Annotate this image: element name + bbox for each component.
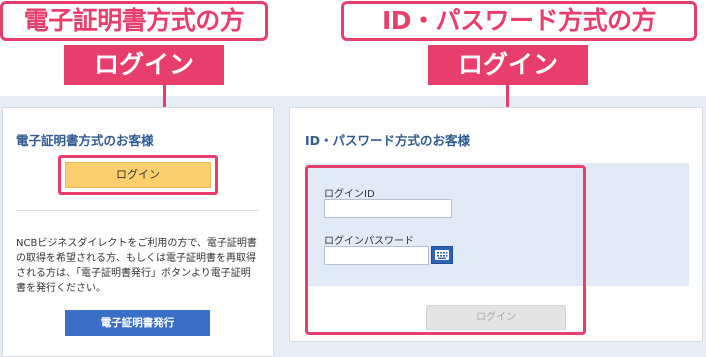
issue-certificate-button[interactable]: 電子証明書発行 xyxy=(65,310,210,336)
cert-panel-title: 電子証明書方式のお客様 xyxy=(16,133,154,148)
password-form-highlight xyxy=(305,165,586,335)
cert-method-callout-title: 電子証明書方式の方 xyxy=(0,1,268,41)
cert-method-callout-tag: ログイン xyxy=(64,45,224,85)
cert-description: NCBビジネスダイレクトをご利用の方で、電子証明書の取得を希望される方、もしくは… xyxy=(16,238,257,294)
cert-panel-divider xyxy=(16,210,258,211)
password-method-callout-tag: ログイン xyxy=(428,45,588,85)
password-method-callout-title: ID・パスワード方式の方 xyxy=(341,1,697,41)
cert-login-highlight: ログイン xyxy=(58,155,218,195)
cert-login-button[interactable]: ログイン xyxy=(65,162,211,188)
password-panel-title: ID・パスワード方式のお客様 xyxy=(305,133,471,148)
